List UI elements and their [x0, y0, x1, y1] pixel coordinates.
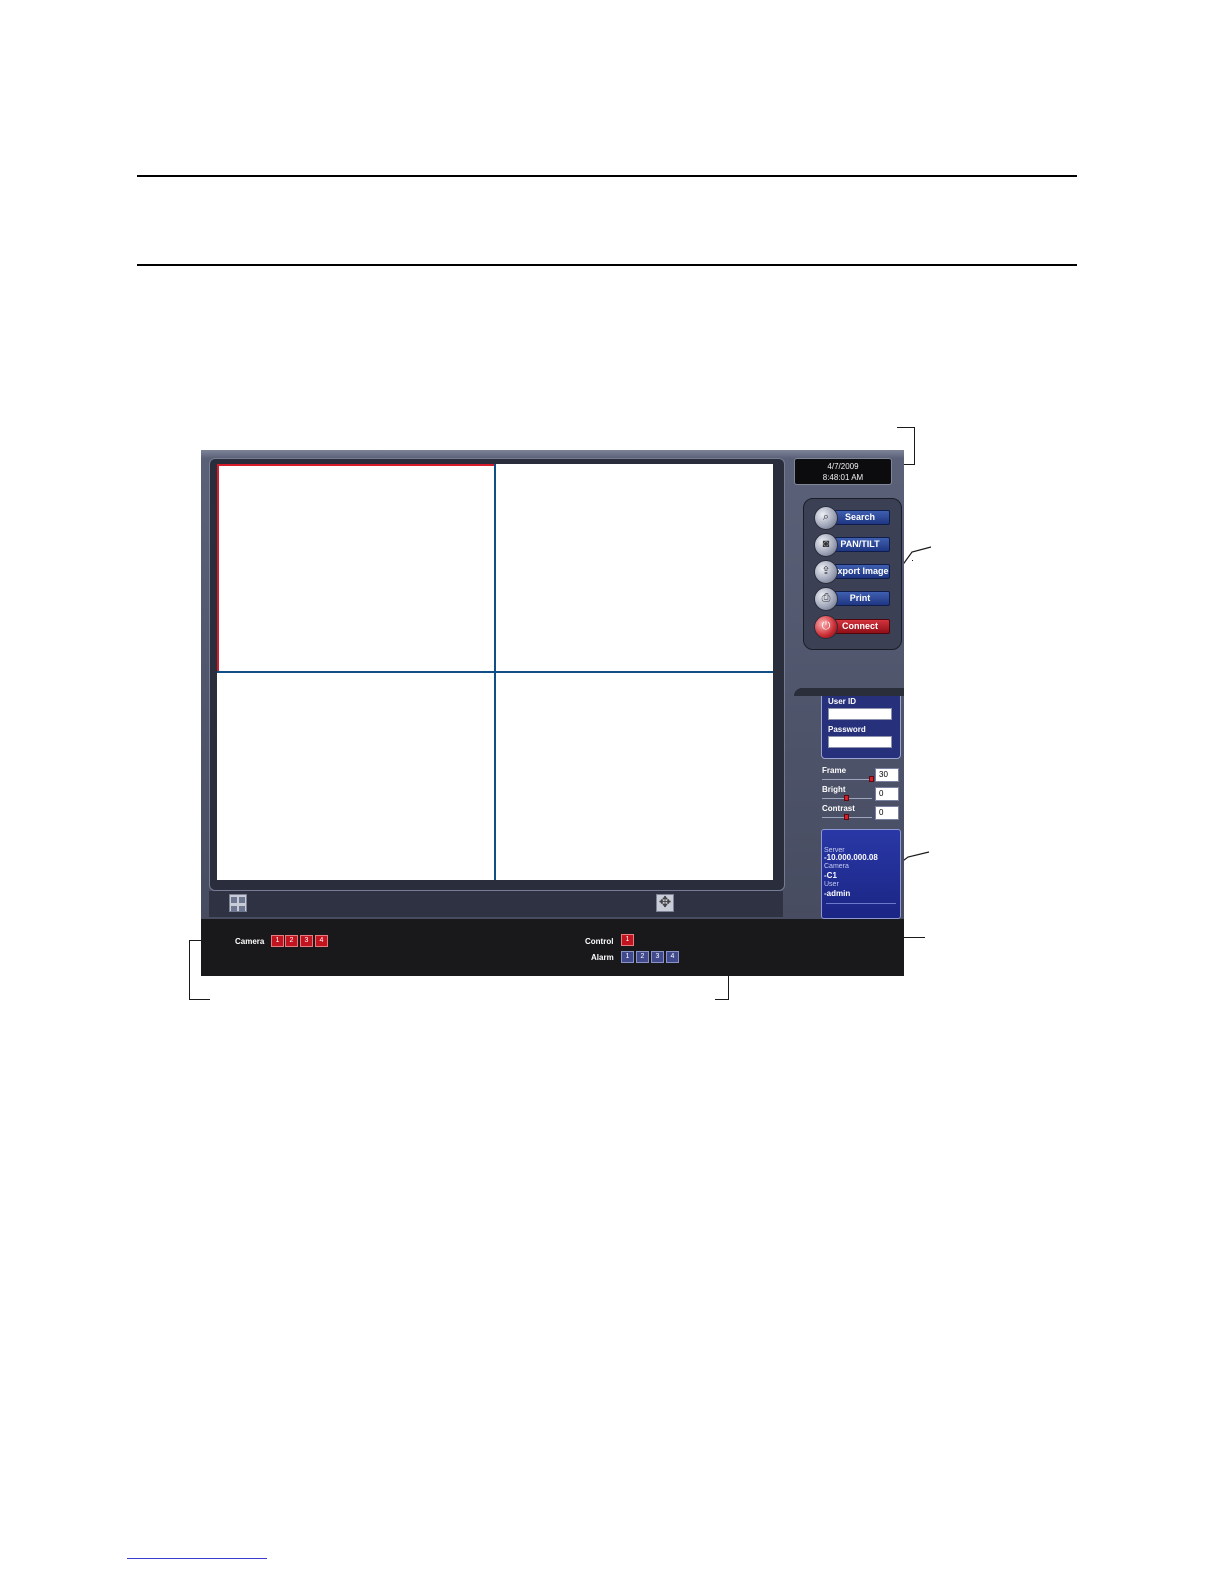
user-label: User	[824, 881, 839, 888]
user-id-input[interactable]	[828, 708, 892, 720]
contrast-value[interactable]: 0	[875, 806, 899, 820]
footer-link-underline	[127, 1558, 267, 1559]
alarm-label: Alarm	[591, 953, 614, 962]
frame-value[interactable]: 30	[875, 768, 899, 782]
video-cell-4[interactable]	[496, 673, 773, 880]
camera-value: -C1	[824, 871, 837, 880]
login-box: User ID Password	[821, 693, 901, 759]
alarm-button-1[interactable]: 1	[621, 951, 634, 963]
camera-button-1[interactable]: 1	[271, 935, 284, 947]
date-time-display: 4/7/2009 8:48:01 AM	[794, 458, 892, 485]
panel-divider	[794, 688, 904, 696]
video-cell-2[interactable]	[496, 464, 773, 671]
camera-button-3[interactable]: 3	[300, 935, 313, 947]
quad-layout-icon[interactable]	[229, 894, 247, 912]
bright-label: Bright	[822, 785, 846, 794]
printer-icon[interactable]: ⎙	[814, 587, 838, 611]
camera-select-label: Camera	[235, 937, 265, 946]
header-rule-bottom	[137, 264, 1077, 266]
password-input[interactable]	[828, 736, 892, 748]
clock-date: 4/7/2009	[827, 462, 859, 471]
video-cell-3[interactable]	[217, 673, 494, 880]
connect-icon[interactable]: ⏻	[814, 615, 838, 639]
frame-slider-thumb[interactable]	[869, 776, 874, 782]
bright-slider-thumb[interactable]	[844, 795, 849, 801]
bottom-bar: Camera 1 2 3 4 Control 1 Alarm 1 2 3 4	[201, 919, 904, 976]
camera-label: Camera	[824, 863, 849, 870]
server-value: -10.000.000.08	[824, 853, 878, 862]
video-cell-1[interactable]	[217, 464, 494, 671]
control-label: Control	[585, 937, 614, 946]
control-button-1[interactable]: 1	[621, 934, 634, 946]
user-value: -admin	[824, 889, 851, 898]
ptz-camera-icon[interactable]: ◙	[814, 533, 838, 557]
video-grid	[217, 464, 773, 880]
bright-value[interactable]: 0	[875, 787, 899, 801]
move-arrows-icon[interactable]: ✥	[656, 894, 674, 912]
viewer-window: ✥ 4/7/2009 8:48:01 AM Search ⌕ PAN/TILT …	[201, 450, 904, 976]
camera-button-2[interactable]: 2	[285, 935, 298, 947]
alarm-button-3[interactable]: 3	[651, 951, 664, 963]
export-icon[interactable]: ⇪	[814, 560, 838, 584]
contrast-slider-thumb[interactable]	[844, 814, 849, 820]
contrast-label: Contrast	[822, 804, 855, 813]
connection-info-box: Server -10.000.000.08 Camera -C1 User -a…	[821, 829, 901, 919]
function-button-panel: Search ⌕ PAN/TILT ◙ Export Image ⇪ Print…	[803, 498, 902, 650]
password-label: Password	[828, 725, 866, 734]
clock-time: 8:48:01 AM	[822, 473, 864, 482]
frame-label: Frame	[822, 766, 847, 775]
frame-slider[interactable]	[822, 779, 872, 780]
info-separator	[826, 903, 896, 904]
user-id-label: User ID	[828, 697, 857, 706]
alarm-button-2[interactable]: 2	[636, 951, 649, 963]
video-toolbar: ✥	[209, 891, 783, 917]
camera-button-4[interactable]: 4	[315, 935, 328, 947]
header-rule-top	[137, 175, 1077, 177]
magnifier-icon[interactable]: ⌕	[814, 506, 838, 530]
alarm-button-4[interactable]: 4	[666, 951, 679, 963]
window-top-bar	[201, 450, 904, 458]
